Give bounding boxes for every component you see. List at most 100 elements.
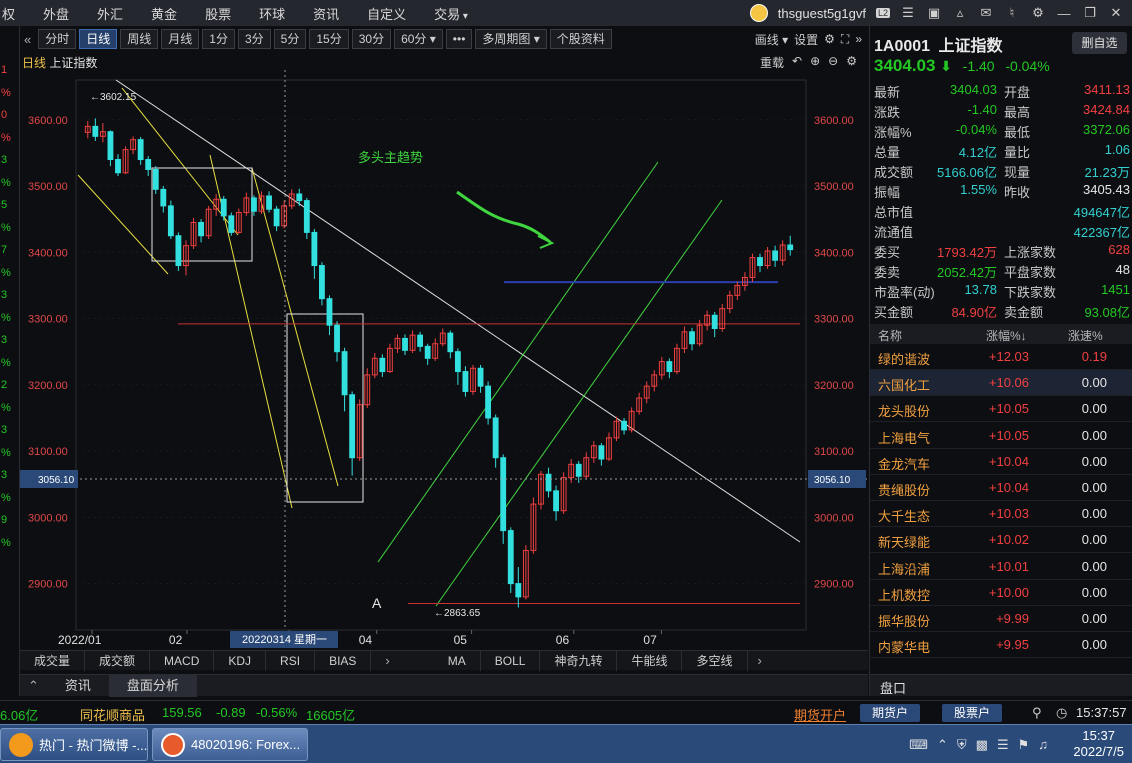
user-avatar-icon[interactable] bbox=[749, 4, 768, 22]
collapse-up-icon[interactable]: ⌃ bbox=[20, 678, 47, 694]
shield-icon[interactable]: ⛨ bbox=[957, 737, 967, 753]
menu-item[interactable]: 黄金 bbox=[137, 4, 191, 23]
indicator-tab[interactable]: BIAS bbox=[315, 650, 372, 671]
rank-row[interactable]: 大千生态 +10.03 0.00 bbox=[870, 501, 1132, 528]
close-icon[interactable]: ✕ bbox=[1108, 5, 1124, 21]
period-button[interactable]: ••• bbox=[445, 29, 473, 49]
box-annotation[interactable] bbox=[151, 167, 253, 262]
overlay-tab[interactable]: MA bbox=[434, 650, 481, 671]
rank-row[interactable]: 贵绳股份 +10.04 0.00 bbox=[870, 475, 1132, 501]
network-icon[interactable]: ☰ bbox=[997, 737, 1009, 753]
period-button[interactable]: 3分 bbox=[237, 29, 271, 49]
rank-row[interactable]: 龙头股份 +10.05 0.00 bbox=[870, 396, 1132, 423]
more-overlays-icon[interactable]: › bbox=[748, 653, 772, 668]
user-name[interactable]: thsguest5g1gvf bbox=[778, 6, 866, 21]
menu-item[interactable]: 资讯 bbox=[299, 4, 353, 23]
remove-watchlist-button[interactable]: 删自选 bbox=[1072, 32, 1127, 54]
arrow-annotation[interactable] bbox=[456, 190, 551, 244]
menu-item[interactable]: 外汇 bbox=[83, 4, 137, 23]
bell-icon[interactable]: ♮ bbox=[1004, 5, 1020, 21]
period-button[interactable]: 分时 bbox=[38, 29, 77, 49]
zoom-out-icon[interactable]: ⊖ bbox=[828, 54, 838, 71]
more-indicators-icon[interactable]: › bbox=[371, 653, 403, 668]
overlay-tab[interactable]: BOLL bbox=[481, 650, 541, 671]
rank-row[interactable]: 六国化工 +10.06 0.00 bbox=[870, 370, 1132, 397]
collapse-left-icon[interactable]: « bbox=[20, 32, 35, 47]
period-button[interactable]: 30分 bbox=[351, 29, 392, 49]
rank-row[interactable]: 新天绿能 +10.02 0.00 bbox=[870, 527, 1132, 554]
rank-col-speed[interactable]: 涨速% bbox=[1068, 327, 1103, 344]
screenshot-icon[interactable]: ▣ bbox=[926, 5, 942, 21]
period-button[interactable]: 周线 bbox=[120, 29, 159, 49]
settings-icon[interactable]: ⚙ bbox=[1030, 5, 1046, 21]
overlay-tab[interactable]: 多空线 bbox=[682, 650, 748, 671]
menu-item[interactable]: 权 bbox=[0, 4, 29, 23]
menu-item[interactable]: 股票 bbox=[191, 4, 245, 23]
period-button[interactable]: 多周期图 ▾ bbox=[475, 29, 547, 49]
trend-line-yellow[interactable] bbox=[251, 167, 339, 487]
rank-row[interactable]: 金龙汽车 +10.04 0.00 bbox=[870, 449, 1132, 475]
period-button[interactable]: 15分 bbox=[309, 29, 349, 49]
rank-row[interactable]: 振华股份 +9.99 0.00 bbox=[870, 606, 1132, 632]
period-button[interactable]: 60分 ▾ bbox=[394, 29, 443, 49]
gear-icon[interactable]: ⚙ bbox=[824, 32, 835, 46]
monitor-icon[interactable]: ▩ bbox=[976, 737, 988, 753]
ticker-search-icon[interactable]: ⚲ bbox=[1032, 705, 1042, 721]
rank-row[interactable]: 绿的谐波 +12.03 0.19 bbox=[870, 344, 1132, 370]
taskbar-clock[interactable]: 15:37 2022/7/5 bbox=[1073, 728, 1124, 760]
trend-line-yellow[interactable] bbox=[77, 174, 169, 275]
period-button[interactable]: 个股资料 bbox=[549, 29, 612, 49]
settings-menu[interactable]: 设置 bbox=[794, 31, 818, 48]
ticker-name[interactable]: 同花顺商品 bbox=[80, 705, 145, 724]
reset-button[interactable]: 重载 bbox=[760, 54, 784, 71]
keyboard-icon[interactable]: ⌨ bbox=[909, 737, 928, 753]
channel-line-lower[interactable] bbox=[435, 199, 723, 607]
period-button[interactable]: 5分 bbox=[273, 29, 307, 49]
overlay-tab[interactable]: 牛能线 bbox=[617, 650, 683, 671]
chart-gear-icon[interactable]: ⚙ bbox=[846, 54, 857, 71]
minimize-icon[interactable]: — bbox=[1056, 6, 1072, 21]
expand-right-icon[interactable]: » bbox=[855, 32, 862, 46]
tab-market-analysis[interactable]: 盘面分析 bbox=[108, 674, 197, 697]
tab-news[interactable]: 资讯 bbox=[47, 675, 109, 697]
rank-col-name[interactable]: 名称 bbox=[878, 327, 902, 344]
futures-open-link[interactable]: 期货开户 bbox=[794, 705, 846, 724]
rank-row[interactable]: 内蒙华电 +9.95 0.00 bbox=[870, 632, 1132, 659]
period-button[interactable]: 日线 bbox=[79, 29, 118, 49]
layers-icon[interactable]: ☰ bbox=[900, 5, 916, 21]
channel-line-upper[interactable] bbox=[377, 161, 659, 563]
menu-item[interactable]: 外盘 bbox=[29, 4, 83, 23]
volume-icon[interactable]: ♫ bbox=[1038, 737, 1048, 753]
indicator-tab[interactable]: RSI bbox=[266, 650, 316, 671]
period-button[interactable]: 月线 bbox=[161, 29, 200, 49]
kline-chart[interactable]: 3600.00 3600.00 3500.00 3500.00 3400.00 3400.… bbox=[20, 50, 868, 650]
period-button[interactable]: 1分 bbox=[202, 29, 235, 49]
futures-account-button[interactable]: 期货户 bbox=[860, 704, 921, 722]
mail-icon[interactable]: ✉ bbox=[978, 5, 994, 21]
tray-up-icon[interactable]: ⌃ bbox=[937, 737, 948, 753]
draw-line-menu[interactable]: 画线 ▾ bbox=[755, 31, 788, 48]
indicator-tab[interactable]: MACD bbox=[150, 650, 215, 671]
taskbar-forex-app[interactable]: 48020196: Forex... bbox=[152, 728, 308, 761]
zoom-in-icon[interactable]: ⊕ bbox=[810, 54, 820, 71]
overlay-tab[interactable]: 神奇九转 bbox=[540, 650, 618, 671]
rank-row[interactable]: 上机数控 +10.00 0.00 bbox=[870, 580, 1132, 606]
rank-row[interactable]: 上海沿浦 +10.01 0.00 bbox=[870, 554, 1132, 580]
undo-icon[interactable]: ↶ bbox=[792, 54, 802, 71]
indicator-tab[interactable]: KDJ bbox=[214, 650, 267, 671]
shirt-icon[interactable]: ▵ bbox=[952, 5, 968, 21]
menu-item[interactable]: 环球 bbox=[245, 4, 299, 23]
indicator-tab[interactable]: 成交额 bbox=[85, 650, 151, 671]
indicator-tab[interactable]: 成交量 bbox=[20, 650, 86, 671]
flag-icon[interactable]: ⚑ bbox=[1018, 737, 1030, 753]
menu-item[interactable]: 自定义 bbox=[353, 4, 420, 23]
tab-order-book[interactable]: 盘口 bbox=[880, 678, 906, 697]
rank-row[interactable]: 上海电气 +10.05 0.00 bbox=[870, 423, 1132, 449]
trend-line-yellow[interactable] bbox=[121, 87, 239, 236]
rank-col-pct[interactable]: 涨幅%↓ bbox=[986, 327, 1027, 344]
menu-item[interactable]: 交易 bbox=[420, 4, 482, 23]
expand-icon[interactable]: ⛶ bbox=[841, 32, 849, 47]
ticker-alarm-icon[interactable]: ◷ bbox=[1056, 705, 1067, 721]
stock-account-button[interactable]: 股票户 bbox=[942, 704, 1003, 722]
taskbar-weibo-app[interactable]: 热门 - 热门微博 -... bbox=[0, 728, 148, 761]
